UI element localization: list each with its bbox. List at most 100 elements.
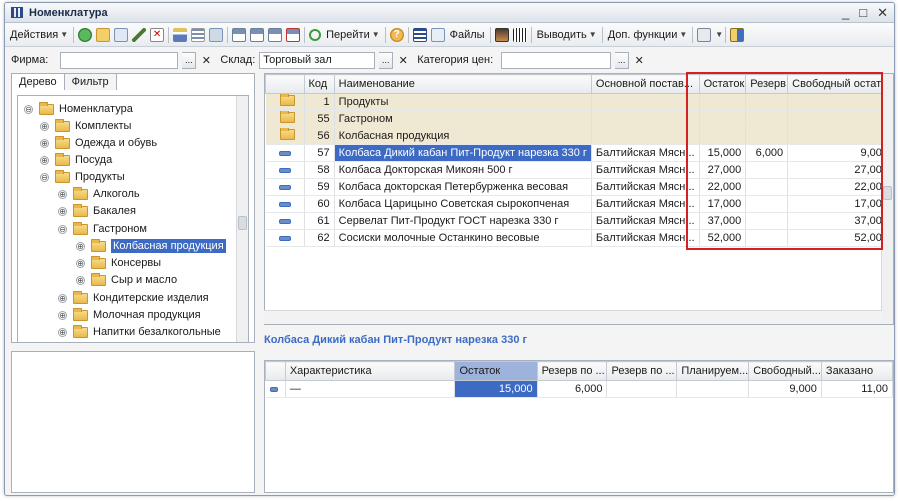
expand-icon[interactable]: ⊕ [58,310,67,320]
col-free[interactable]: Свободный... [748,361,822,381]
expand-icon[interactable]: ⊕ [58,293,67,303]
table-row[interactable]: 58 Колбаса Докторская Микоян 500 г Балтийс… [265,161,893,179]
actions-menu[interactable]: Действия ▼ [7,25,71,45]
expand-icon[interactable]: ⊕ [76,241,85,251]
filter-by-value-icon[interactable] [250,27,265,42]
col-icon[interactable] [265,74,305,94]
expand-icon[interactable]: ⊕ [40,121,49,131]
collapse-icon[interactable]: ⊖ [40,172,49,182]
edit-icon[interactable] [132,27,147,42]
col-stock[interactable]: Остаток [454,361,538,381]
close-button[interactable]: ✕ [877,5,888,21]
tree-node[interactable]: ⊕ Бакалея [58,202,136,220]
copy-icon[interactable] [114,27,129,42]
help-icon[interactable]: ? [389,27,404,42]
expand-icon[interactable]: ⊕ [40,155,49,165]
filter-icon[interactable] [232,27,247,42]
col-stock[interactable]: Остаток [698,74,747,94]
col-reserve-1[interactable]: Резерв по ... [536,361,608,381]
grid-scrollbar[interactable] [881,74,893,324]
tree-level-icon[interactable] [209,27,224,42]
col-characteristic[interactable]: Характеристика [284,361,456,381]
cell-reserve [745,178,789,196]
col-reserve[interactable]: Резерв [745,74,789,94]
refresh-icon[interactable] [309,28,322,41]
price-category-select-button[interactable]: ... [615,51,630,69]
exit-icon[interactable] [730,27,745,42]
col-name[interactable]: Наименование [333,74,592,94]
list-icon[interactable] [191,27,206,42]
price-category-clear-icon[interactable]: ✕ [633,52,645,69]
expand-icon[interactable]: ⊕ [58,206,67,216]
warehouse-clear-icon[interactable]: ✕ [397,52,409,69]
tree-node[interactable]: ⊕ Посуда [40,151,112,169]
table-row[interactable]: 59 Колбаса докторская Петербурженка весов… [265,178,893,196]
firm-select-button[interactable]: ... [182,51,197,69]
print-icon[interactable] [697,27,712,42]
col-ordered[interactable]: Заказано [820,361,893,381]
firm-field[interactable] [60,51,179,69]
table-row-selected[interactable]: 57 Колбаса Дикий кабан Пит-Продукт нарезк… [265,144,893,162]
col-supplier[interactable]: Основной постав... [590,74,700,94]
tree-node-selected[interactable]: ⊕ Колбасная продукция [76,237,226,255]
minimize-button[interactable]: _ [842,5,849,21]
bottom-left-panel [11,351,255,493]
table-row-group[interactable]: 56 Колбасная продукция [265,127,893,145]
tree-node[interactable]: ⊕ Одежда и обувь [40,134,157,152]
tree-scrollbar[interactable] [236,96,248,342]
col-reserve-2[interactable]: Резерв по ... [606,361,678,381]
table-row[interactable]: 61 Сервелат Пит-Продукт ГОСТ нарезка 330 … [265,212,893,230]
tree-node[interactable]: ⊕ Молочная продукция [58,306,201,324]
warehouse-select-button[interactable]: ... [379,51,394,69]
expand-icon[interactable]: ⊕ [76,275,85,285]
tree-node[interactable]: ⊕ Комплекты [40,117,131,135]
extra-functions-menu[interactable]: Доп. функции ▼ [605,25,691,45]
cell-stock: 17,000 [699,195,747,213]
price-category-field[interactable] [501,51,612,69]
filter-history-icon[interactable] [268,27,283,42]
expand-icon[interactable]: ⊕ [58,327,67,337]
hierarchy-icon[interactable] [173,27,188,42]
add-icon[interactable] [78,27,93,42]
tree-node[interactable]: ⊖ Гастроном [58,220,147,238]
tab-tree[interactable]: Дерево [11,73,65,90]
table-row[interactable]: 62 Сосиски молочные Останкино весовые Балт… [265,229,893,247]
expand-icon[interactable]: ⊕ [58,189,67,199]
output-menu[interactable]: Выводить ▼ [534,25,600,45]
tree-node[interactable]: ⊕ Кондитерские изделия [58,289,209,307]
images-icon[interactable] [494,27,509,42]
grid-horizontal-scrollbar[interactable] [264,310,882,324]
firm-clear-icon[interactable]: ✕ [200,52,212,69]
structure-icon[interactable] [430,27,445,42]
tab-filter[interactable]: Фильтр [63,73,117,90]
maximize-button[interactable]: □ [859,5,867,21]
files-button[interactable]: Файлы [447,25,488,45]
properties-icon[interactable] [412,27,427,42]
warehouse-field[interactable]: Торговый зал [259,51,376,69]
collapse-icon[interactable]: ⊖ [24,104,33,114]
tree-node[interactable]: ⊕ Напитки безалкогольные [58,323,221,341]
expand-icon[interactable]: ⊕ [76,258,85,268]
tree-node[interactable]: ⊕ Консервы [76,254,161,272]
collapse-icon[interactable]: ⊖ [58,224,67,234]
tree-node[interactable]: ⊕ Сыр и масло [76,271,177,289]
expand-icon[interactable]: ⊕ [40,138,49,148]
delete-icon[interactable]: ✕ [150,27,165,42]
col-planned[interactable]: Планируем... [676,361,750,381]
col-code[interactable]: Код [303,74,335,94]
add-folder-icon[interactable] [96,27,111,42]
table-row-group[interactable]: 1 Продукты [265,93,893,111]
detail-row[interactable]: — 15,000 6,000 9,000 11,00 [265,380,893,398]
catalog-icon [11,7,23,18]
tree-node[interactable]: ⊖ Номенклатура [24,100,133,118]
goto-menu[interactable]: Перейти ▼ [323,25,383,45]
barcode-icon[interactable] [512,27,527,42]
col-free-stock[interactable]: Свободный остаток [787,74,893,94]
tree-node[interactable]: ⊕ Алкоголь [58,185,140,203]
tree-node[interactable]: ⊖ Продукты [40,168,125,186]
clear-filter-icon[interactable] [286,27,301,42]
col-icon[interactable] [265,361,286,381]
cell-name: Колбасная продукция [334,127,592,145]
table-row-group[interactable]: 55 Гастроном [265,110,893,128]
table-row[interactable]: 60 Колбаса Царицыно Советская сырокопчена… [265,195,893,213]
